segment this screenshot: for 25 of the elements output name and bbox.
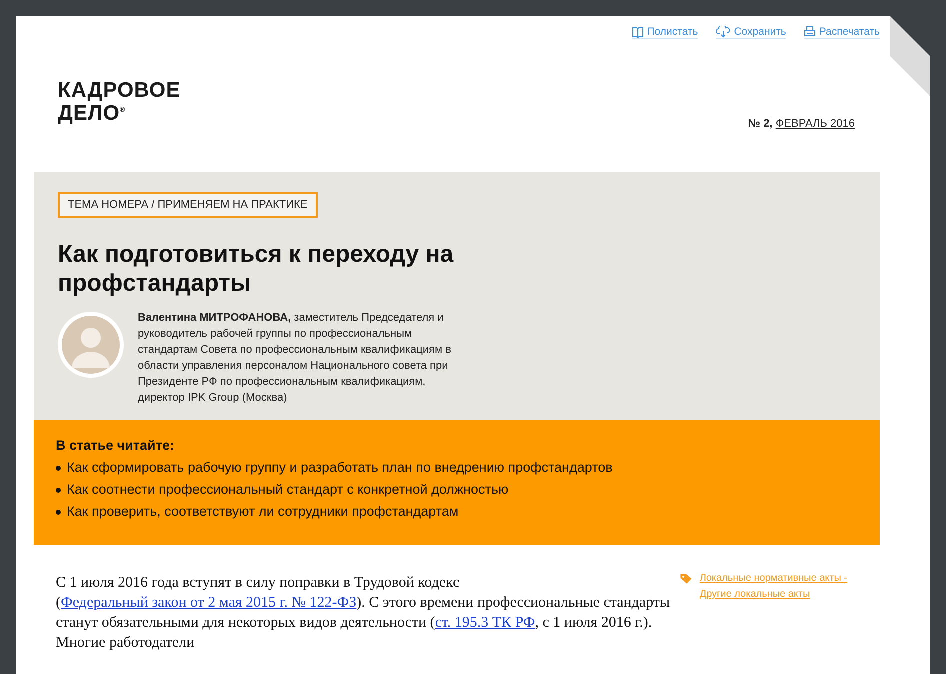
- law-link[interactable]: Федеральный закон от 2 мая 2015 г. № 122-ФЗ: [61, 595, 357, 611]
- issue-info: № 2, ФЕВРАЛЬ 2016: [748, 118, 855, 130]
- summary-item: Как соотнести профессиональный стандарт с конкретной должностью: [67, 481, 509, 499]
- logo: КАДРОВОЕ ДЕЛО$^{®}$: [58, 81, 181, 124]
- article-paragraph: С 1 июля 2016 года вступят в силу поправки в Трудовой кодекс (Федеральный закон от 2 мая 2015 г. № 122-ФЗ). С этого времени профессиональные стандарты станут обязательными для некоторых видов деятельности (ст. 195.3 ТК РФ, с 1 июля 2016 г.). Многие работодатели: [56, 574, 671, 653]
- cloud-download-icon: [716, 26, 732, 38]
- page-corner-fold-icon: [890, 16, 930, 96]
- summary-item: Как проверить, соответствуют ли сотрудники профстандартам: [67, 503, 459, 521]
- article-title: Как подготовиться к переходу на профстандарты: [58, 240, 455, 298]
- avatar-placeholder: [58, 312, 124, 378]
- issue-date-link[interactable]: ФЕВРАЛЬ 2016: [776, 118, 855, 130]
- summary-item: Как сформировать рабочую группу и разработать план по внедрению профстандартов: [67, 459, 613, 477]
- bullet-icon: [56, 466, 61, 470]
- tag-link[interactable]: Локальные нормативные акты - Другие локальные акты: [700, 571, 880, 603]
- law-link[interactable]: ст. 195.3 ТК РФ: [435, 615, 536, 631]
- book-icon: [632, 26, 644, 38]
- printer-icon: [804, 26, 816, 38]
- rubric-label: ТЕМА НОМЕРА / ПРИМЕНЯЕМ НА ПРАКТИКЕ: [58, 192, 318, 218]
- bullet-icon: [56, 488, 61, 492]
- bullet-icon: [56, 510, 61, 514]
- author-bio: Валентина МИТРОФАНОВА, заместитель Председателя и руководитель рабочей группы по профессиональным стандартам Совета по профессиональным квалификациям в области управления персоналом Национального совета при Президенте РФ по профессиональным квалификациям, директор IPK Group (Москва): [138, 311, 452, 406]
- toolbar-link[interactable]: Сохранить: [716, 26, 786, 39]
- toolbar-link[interactable]: Полистать: [632, 26, 698, 39]
- toolbar-link[interactable]: Распечатать: [804, 26, 880, 39]
- summary-heading: В статье читайте:: [56, 438, 176, 453]
